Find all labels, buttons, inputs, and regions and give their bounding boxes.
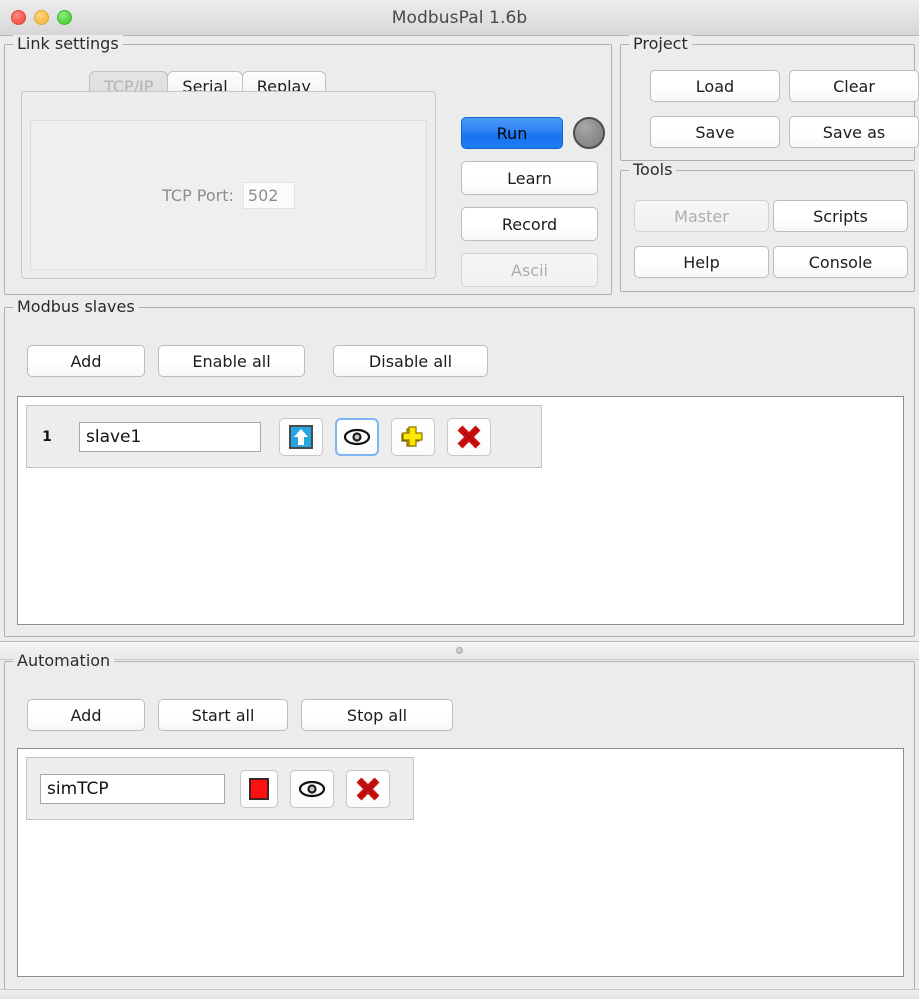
up-arrow-icon (287, 423, 315, 451)
slave-export-button[interactable] (279, 417, 323, 456)
slaves-enable-all-button[interactable]: Enable all (158, 345, 305, 377)
slave-view-button[interactable] (335, 417, 379, 456)
slave-index-label: 1 (42, 428, 52, 445)
ascii-button[interactable]: Ascii (461, 253, 598, 287)
slave-row[interactable]: 1 slave1 (26, 405, 542, 468)
red-x-icon (355, 776, 381, 802)
link-status-led (573, 117, 605, 149)
link-settings-title: Link settings (13, 35, 123, 53)
slave-add-value-button[interactable] (391, 417, 435, 456)
slaves-list-area[interactable]: 1 slave1 (17, 396, 904, 625)
automation-title: Automation (13, 652, 115, 670)
tools-console-button[interactable]: Console (773, 246, 908, 278)
tcp-port-input[interactable]: 502 (242, 181, 295, 209)
slave-name-input[interactable]: slave1 (79, 421, 261, 452)
tcp-port-row: TCP Port: 502 (162, 181, 295, 209)
tcp-port-label: TCP Port: (162, 185, 234, 205)
window-title: ModbusPal 1.6b (391, 8, 528, 28)
panel-splitter[interactable] (0, 641, 919, 660)
project-save-button[interactable]: Save (650, 116, 780, 148)
project-save-as-button[interactable]: Save as (789, 116, 919, 148)
red-x-icon (456, 424, 482, 450)
eye-icon (343, 427, 371, 447)
automation-start-all-button[interactable]: Start all (158, 699, 288, 731)
modbus-slaves-panel: Modbus slaves Add Enable all Disable all… (4, 298, 915, 637)
stop-square-icon (246, 775, 272, 803)
tools-title: Tools (629, 161, 677, 179)
slaves-add-button[interactable]: Add (27, 345, 145, 377)
tools-master-button[interactable]: Master (634, 200, 769, 232)
tools-scripts-button[interactable]: Scripts (773, 200, 908, 232)
tools-panel: Tools Master Scripts Help Console (620, 161, 915, 292)
tcp-ip-tab-panel: TCP Port: 502 (21, 91, 436, 279)
tools-help-button[interactable]: Help (634, 246, 769, 278)
application-window: ModbusPal 1.6b Link settings TCP/IP Seri… (0, 0, 919, 999)
learn-button[interactable]: Learn (461, 161, 598, 195)
project-clear-button[interactable]: Clear (789, 70, 919, 102)
automation-stop-all-button[interactable]: Stop all (301, 699, 453, 731)
automation-delete-button[interactable] (346, 769, 390, 808)
splitter-handle-icon[interactable] (456, 647, 463, 654)
run-button[interactable]: Run (461, 117, 563, 149)
automation-name-input[interactable]: simTCP (40, 773, 225, 804)
project-load-button[interactable]: Load (650, 70, 780, 102)
window-bottom-strip (0, 989, 919, 999)
link-settings-panel: Link settings TCP/IP Serial Replay TCP P… (4, 35, 612, 295)
record-button[interactable]: Record (461, 207, 598, 241)
automation-add-button[interactable]: Add (27, 699, 145, 731)
automation-view-button[interactable] (290, 769, 334, 808)
automation-stop-button[interactable] (240, 769, 278, 808)
automation-row[interactable]: simTCP (26, 757, 414, 820)
project-panel: Project Load Clear Save Save as (620, 35, 919, 161)
automation-list-area[interactable]: simTCP (17, 748, 904, 977)
automation-panel: Automation Add Start all Stop all simTCP (4, 652, 915, 990)
modbus-slaves-title: Modbus slaves (13, 298, 139, 316)
project-title: Project (629, 35, 692, 53)
yellow-plus-icon (399, 423, 427, 451)
slaves-disable-all-button[interactable]: Disable all (333, 345, 488, 377)
tcp-ip-settings-area: TCP Port: 502 (30, 120, 427, 270)
slave-delete-button[interactable] (447, 417, 491, 456)
title-bar: ModbusPal 1.6b (0, 0, 919, 36)
eye-icon (298, 779, 326, 799)
